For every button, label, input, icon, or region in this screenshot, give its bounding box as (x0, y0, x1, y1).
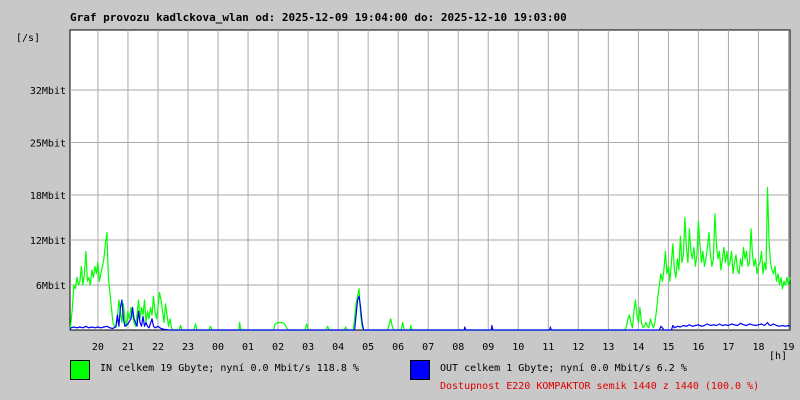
x-tick-label: 04 (332, 342, 344, 353)
legend-out-text: OUT celkem 1 Gbyte; nyní 0.0 Mbit/s 6.2 … (440, 363, 687, 374)
availability-text: Dostupnost E220 KOMPAKTOR semik 1440 z 1… (440, 381, 760, 392)
x-tick-label: 14 (632, 342, 644, 353)
x-tick-label: 17 (722, 342, 734, 353)
y-tick-label: 25Mbit (30, 139, 66, 150)
x-tick-label: 13 (602, 342, 614, 353)
x-tick-label: 16 (692, 342, 704, 353)
x-tick-label: 01 (242, 342, 254, 353)
x-tick-label: 08 (452, 342, 464, 353)
x-tick-label: 21 (122, 342, 134, 353)
x-axis-label: [h] (769, 351, 787, 362)
x-tick-label: 11 (542, 342, 554, 353)
x-tick-label: 20 (92, 342, 104, 353)
legend-in-swatch (70, 360, 90, 380)
x-tick-label: 00 (212, 342, 224, 353)
y-tick-label: 32Mbit (30, 86, 66, 97)
legend-in-text: IN celkem 19 Gbyte; nyní 0.0 Mbit/s 118.… (100, 363, 359, 374)
y-tick-label: 18Mbit (30, 191, 66, 202)
x-tick-label: 03 (302, 342, 314, 353)
x-tick-label: 07 (422, 342, 434, 353)
x-tick-label: 05 (362, 342, 374, 353)
x-tick-label: 02 (272, 342, 284, 353)
x-tick-label: 09 (482, 342, 494, 353)
x-tick-label: 22 (152, 342, 164, 353)
y-tick-label: 12Mbit (30, 236, 66, 247)
x-tick-label: 06 (392, 342, 404, 353)
y-tick-label: 6Mbit (36, 281, 66, 292)
x-tick-label: 18 (752, 342, 764, 353)
x-tick-label: 10 (512, 342, 524, 353)
x-tick-label: 15 (662, 342, 674, 353)
legend-out-swatch (410, 360, 430, 380)
traffic-chart: 6Mbit 12Mbit 18Mbit 25Mbit 32Mbit 20 21 22 23 00 0… (16, 29, 795, 362)
x-tick-label: 12 (572, 342, 584, 353)
y-axis-label: [/s] (16, 33, 40, 44)
x-tick-label: 23 (182, 342, 194, 353)
